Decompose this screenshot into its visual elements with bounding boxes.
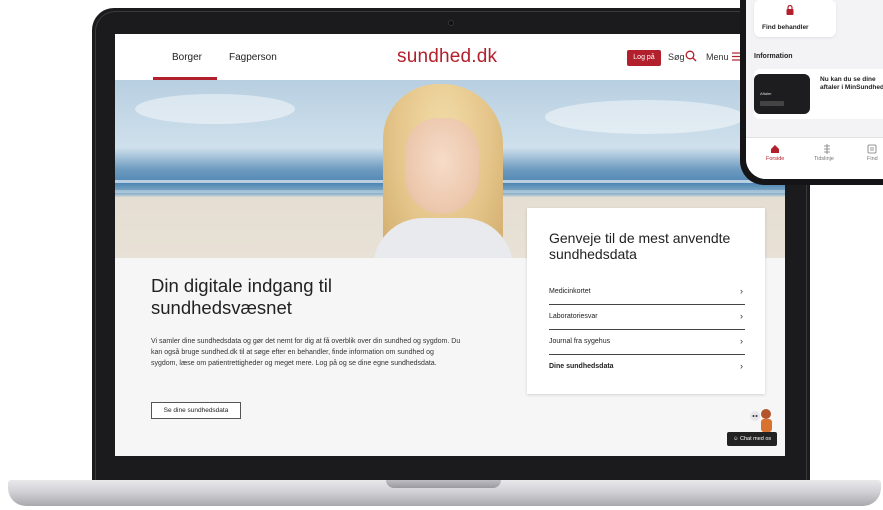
- chat-assistant-avatar-icon[interactable]: [747, 406, 775, 432]
- laptop-camera: [448, 20, 454, 26]
- shortcut-label: Laboratoriesvar: [549, 313, 598, 320]
- mini-phone-button: [760, 101, 784, 106]
- site-logo[interactable]: sundhed.dk: [397, 46, 497, 68]
- chevron-right-icon: ›: [740, 361, 743, 371]
- cloud-shape: [135, 94, 295, 124]
- mini-phone-label: Aftaler: [760, 91, 772, 96]
- phone-tab-forside[interactable]: Forside: [766, 156, 784, 162]
- chat-label: Chat med os: [739, 436, 772, 442]
- top-navigation: Borger Fagperson sundhed.dk Log på Søg M…: [115, 34, 785, 80]
- shortcut-medicinkortet[interactable]: Medicinkortet ›: [549, 280, 745, 305]
- find-icon[interactable]: [867, 144, 877, 154]
- chevron-right-icon: ›: [740, 311, 743, 321]
- cloud-shape: [545, 100, 745, 134]
- phone-frame: Find behandler Information Aftaler Nu ka…: [740, 0, 883, 185]
- tab-fagperson[interactable]: Fagperson: [229, 52, 277, 63]
- phone-screen: Find behandler Information Aftaler Nu ka…: [746, 0, 883, 179]
- chat-button[interactable]: ☺ Chat med os: [727, 432, 777, 446]
- shortcut-label: Medicinkortet: [549, 288, 591, 295]
- child-face: [405, 118, 479, 214]
- login-button[interactable]: Log på: [627, 50, 661, 66]
- search-label[interactable]: Søg: [668, 52, 685, 62]
- timeline-icon[interactable]: [822, 144, 832, 154]
- phone-tab-find[interactable]: Find: [867, 156, 878, 162]
- shortcut-laboratoriesvar[interactable]: Laboratoriesvar ›: [549, 305, 745, 330]
- shortcut-label: Journal fra sygehus: [549, 338, 611, 345]
- home-icon[interactable]: [770, 144, 780, 154]
- intro-text: Vi samler dine sundhedsdata og gør det n…: [151, 338, 461, 367]
- tab-borger[interactable]: Borger: [172, 52, 202, 63]
- find-provider-label: Find behandler: [762, 24, 809, 31]
- phone-tab-tidslinje[interactable]: Tidslinje: [814, 156, 834, 162]
- laptop-notch: [386, 480, 501, 488]
- shortcuts-title: Genveje til de mest anvendte sundhedsdat…: [549, 230, 731, 262]
- chevron-right-icon: ›: [740, 336, 743, 346]
- menu-label[interactable]: Menu: [706, 52, 729, 62]
- shortcut-dine-sundhedsdata[interactable]: Dine sundhedsdata ›: [549, 355, 745, 380]
- search-icon[interactable]: [685, 50, 697, 62]
- shortcut-journal[interactable]: Journal fra sygehus ›: [549, 330, 745, 355]
- shortcuts-card: Genveje til de mest anvendte sundhedsdat…: [527, 208, 765, 394]
- see-health-data-button[interactable]: Se dine sundhedsdata: [151, 402, 241, 419]
- information-heading: Information: [754, 53, 793, 60]
- lock-icon: [786, 5, 794, 15]
- information-text: Nu kan du se dine aftaler i MinSundhed: [820, 76, 883, 91]
- shortcut-label: Dine sundhedsdata: [549, 363, 614, 370]
- laptop-screen: Borger Fagperson sundhed.dk Log på Søg M…: [115, 34, 785, 456]
- page-headline: Din digitale indgang til sundhedsvæsnet: [151, 275, 333, 318]
- find-provider-card[interactable]: Find behandler: [754, 0, 836, 37]
- mini-phone-thumbnail: Aftaler: [754, 74, 810, 114]
- chevron-right-icon: ›: [740, 286, 743, 296]
